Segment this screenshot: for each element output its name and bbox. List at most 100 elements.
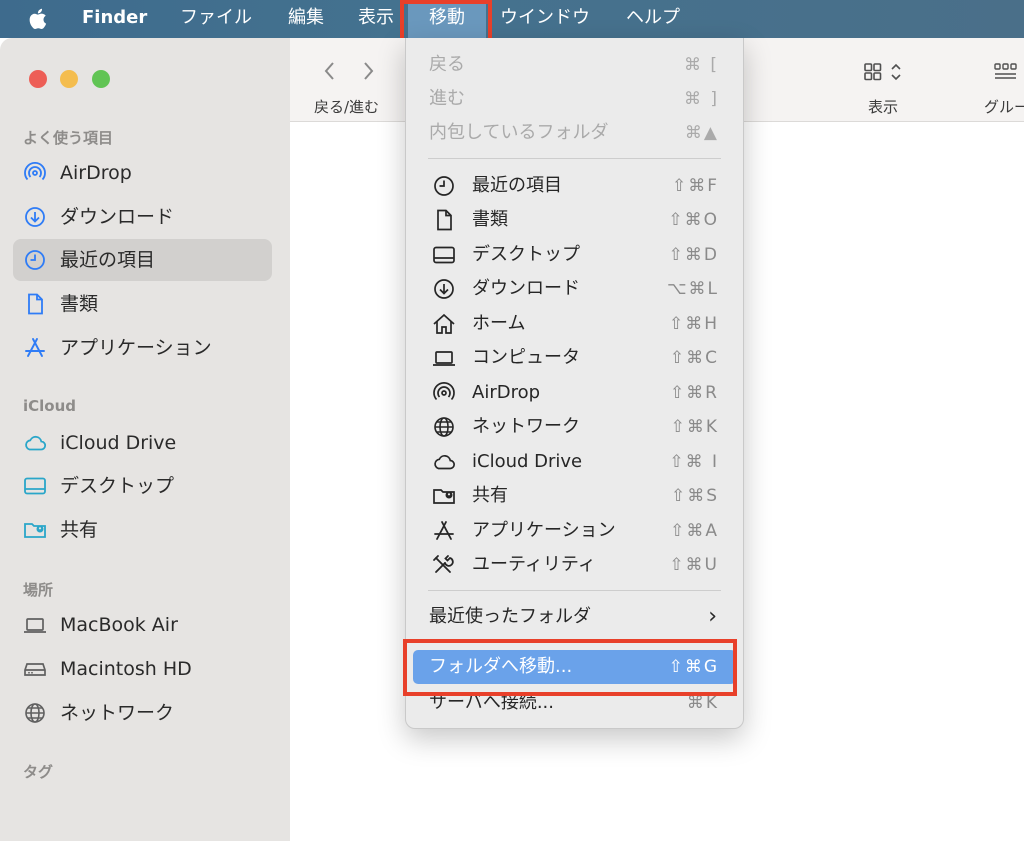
cloud-icon [432, 451, 456, 473]
group-label: グルー [984, 98, 1024, 116]
menu-item-documents[interactable]: 書類 ⇧⌘O [406, 203, 743, 237]
menu-item-label: ネットワーク [472, 416, 580, 437]
shared-folder-icon [23, 519, 47, 541]
menu-item-shortcut: ⇧⌘A [670, 521, 719, 541]
menu-item-back[interactable]: 戻る ⌘ [ [406, 48, 743, 82]
menu-finder[interactable]: Finder [82, 0, 147, 38]
menu-separator [428, 590, 721, 591]
menu-item-shortcut: ⇧⌘C [669, 348, 719, 368]
menu-item-shortcut: ⇧⌘ I [669, 452, 719, 472]
menu-separator [428, 158, 721, 159]
menu-edit[interactable]: 編集 [288, 0, 324, 38]
applications-icon [23, 337, 47, 359]
menu-item-shortcut: ⌥⌘L [666, 279, 719, 299]
download-icon [432, 278, 456, 300]
menu-item-shortcut: ⇧⌘D [668, 245, 719, 265]
desktop-icon [23, 475, 47, 497]
sidebar-item-label: 最近の項目 [60, 249, 156, 271]
sidebar-item-icloud-drive[interactable]: iCloud Drive [13, 422, 272, 464]
menu-item-shared[interactable]: 共有 ⇧⌘S [406, 479, 743, 513]
menu-item-recents[interactable]: 最近の項目 ⇧⌘F [406, 169, 743, 203]
menu-item-shortcut: ⇧⌘O [668, 210, 719, 230]
menu-item-shortcut: ⇧⌘R [669, 383, 719, 403]
menu-item-label: 共有 [472, 485, 508, 506]
document-icon [432, 209, 456, 231]
menu-item-enclosing-folder[interactable]: 内包しているフォルダ ⌘▲ [406, 116, 743, 150]
sidebar-item-documents[interactable]: 書類 [13, 283, 272, 325]
shared-folder-icon [432, 485, 456, 507]
close-button[interactable] [29, 70, 47, 88]
airdrop-icon [23, 162, 47, 184]
forward-chevron-icon[interactable] [362, 60, 376, 82]
laptop-icon [23, 614, 47, 636]
back-chevron-icon[interactable] [322, 60, 336, 82]
menu-item-shortcut: ⇧⌘S [670, 486, 719, 506]
applications-icon [432, 520, 456, 542]
menu-item-desktop[interactable]: デスクトップ ⇧⌘D [406, 238, 743, 272]
sidebar-item-label: Macintosh HD [60, 658, 192, 680]
download-icon [23, 206, 47, 228]
menu-window[interactable]: ウインドウ [500, 0, 590, 38]
menu-item-label: 最近の項目 [472, 175, 562, 196]
menu-item-label: 内包しているフォルダ [429, 122, 609, 143]
chevron-right-icon: › [708, 604, 719, 629]
menu-file[interactable]: ファイル [180, 0, 252, 38]
sidebar-item-applications[interactable]: アプリケーション [13, 327, 272, 369]
menu-item-utilities[interactable]: ユーティリティ ⇧⌘U [406, 548, 743, 582]
menu-item-label: アプリケーション [472, 520, 616, 541]
apple-icon[interactable] [28, 0, 50, 38]
sidebar-item-shared[interactable]: 共有 [13, 509, 272, 551]
airdrop-icon [432, 382, 456, 404]
menu-item-shortcut: ⌘▲ [684, 123, 719, 143]
menu-item-label: AirDrop [472, 382, 541, 403]
menu-item-forward[interactable]: 進む ⌘ ] [406, 82, 743, 116]
sidebar-item-airdrop[interactable]: AirDrop [13, 152, 272, 194]
menu-item-recent-folders[interactable]: 最近使ったフォルダ › [406, 600, 743, 634]
highlight-box-go-to-folder [403, 639, 737, 696]
menu-item-network[interactable]: ネットワーク ⇧⌘K [406, 410, 743, 444]
grid-view-icon[interactable] [864, 62, 908, 82]
menu-item-label: 最近使ったフォルダ [429, 606, 591, 627]
menu-item-label: ダウンロード [472, 278, 580, 299]
sidebar-item-label: ダウンロード [60, 206, 175, 228]
menu-item-shortcut: ⌘ ] [683, 89, 719, 109]
menu-item-label: ユーティリティ [472, 554, 596, 575]
menu-view[interactable]: 表示 [358, 0, 394, 38]
sidebar-item-macbook-air[interactable]: MacBook Air [13, 604, 272, 646]
drive-icon [23, 658, 47, 680]
menu-item-applications[interactable]: アプリケーション ⇧⌘A [406, 514, 743, 548]
menu-item-shortcut: ⇧⌘F [671, 176, 719, 196]
menu-item-airdrop[interactable]: AirDrop ⇧⌘R [406, 376, 743, 410]
document-icon [23, 293, 47, 315]
home-icon [432, 313, 456, 335]
menu-help[interactable]: ヘルプ [626, 0, 680, 38]
group-icon[interactable] [994, 62, 1018, 82]
sidebar-item-macintosh-hd[interactable]: Macintosh HD [13, 648, 272, 690]
menu-bar: Finder ファイル 編集 表示 移動 ウインドウ ヘルプ [0, 0, 1024, 38]
menu-item-home[interactable]: ホーム ⇧⌘H [406, 307, 743, 341]
menu-item-label: 戻る [429, 54, 465, 75]
sidebar-item-downloads[interactable]: ダウンロード [13, 196, 272, 238]
sidebar-item-recents[interactable]: 最近の項目 [13, 239, 272, 281]
sidebar-item-label: 共有 [60, 519, 99, 541]
sidebar-item-label: ネットワーク [60, 702, 175, 724]
sidebar-item-label: アプリケーション [60, 337, 212, 359]
minimize-button[interactable] [60, 70, 78, 88]
laptop-icon [432, 347, 456, 369]
utilities-icon [432, 554, 456, 576]
desktop-icon [432, 244, 456, 266]
favorites-section-title: よく使う項目 [23, 129, 114, 147]
menu-item-label: コンピュータ [472, 347, 580, 368]
globe-icon [23, 702, 47, 724]
menu-item-computer[interactable]: コンピュータ ⇧⌘C [406, 341, 743, 375]
zoom-button[interactable] [92, 70, 110, 88]
view-label: 表示 [868, 98, 899, 116]
menu-item-icloud-drive[interactable]: iCloud Drive ⇧⌘ I [406, 445, 743, 479]
menu-item-shortcut: ⌘ [ [683, 55, 719, 75]
menu-item-label: 書類 [472, 209, 508, 230]
clock-icon [23, 249, 47, 271]
sidebar-item-icloud-desktop[interactable]: デスクトップ [13, 465, 272, 507]
menu-item-downloads[interactable]: ダウンロード ⌥⌘L [406, 272, 743, 306]
sidebar-item-label: AirDrop [60, 162, 132, 184]
sidebar-item-network[interactable]: ネットワーク [13, 692, 272, 734]
